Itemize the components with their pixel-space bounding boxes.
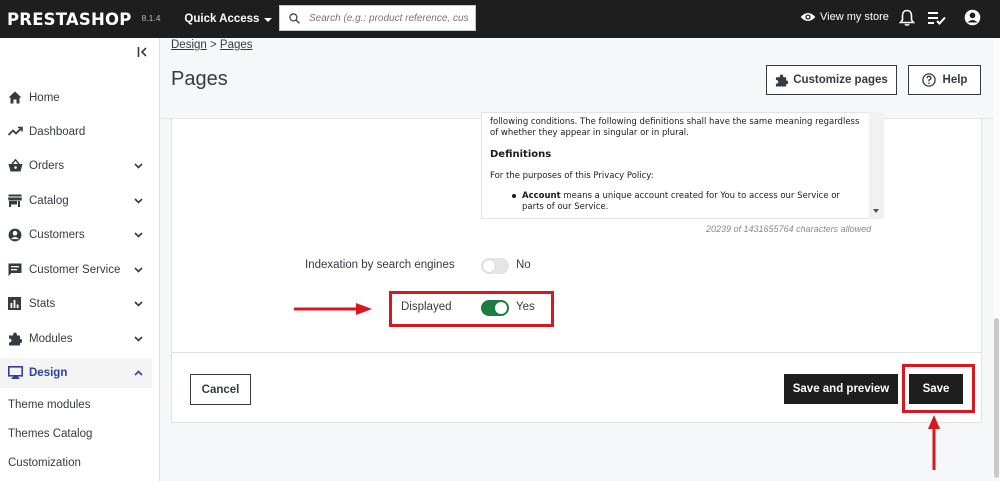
save-and-preview-button[interactable]: Save and preview bbox=[784, 374, 898, 404]
editor-paragraph: For the purposes of this Privacy Policy: bbox=[490, 171, 654, 181]
sidebar-item-label: Stats bbox=[29, 298, 56, 310]
scrollbar-thumb[interactable] bbox=[994, 318, 999, 478]
list-bullet bbox=[512, 194, 516, 198]
store-icon bbox=[8, 194, 22, 207]
page-title: Pages bbox=[171, 68, 228, 90]
list-item-text: means a unique account created for You t… bbox=[522, 191, 840, 212]
sidebar-item-label: Customer Service bbox=[29, 264, 121, 276]
chevron-down-icon bbox=[134, 163, 143, 169]
customize-pages-label: Customize pages bbox=[793, 74, 888, 86]
sidebar-item-design[interactable]: Design bbox=[0, 358, 152, 388]
annotation-arrow-right-icon bbox=[294, 303, 372, 315]
editor-heading: Definitions bbox=[490, 149, 552, 160]
quick-access-label: Quick Access bbox=[184, 13, 260, 25]
cancel-label: Cancel bbox=[201, 383, 240, 396]
sidebar-item-label: Modules bbox=[29, 333, 73, 345]
breadcrumb: Design > Pages bbox=[171, 39, 253, 51]
bar-chart-icon bbox=[8, 297, 21, 310]
chevron-down-icon bbox=[134, 336, 143, 342]
bell-icon[interactable] bbox=[899, 9, 915, 27]
sidebar-item-customer-service[interactable]: Customer Service bbox=[0, 255, 152, 285]
sidebar: Home Dashboard Orders Catalog Customers … bbox=[0, 38, 160, 481]
customize-pages-button[interactable]: Customize pages bbox=[766, 65, 897, 95]
sidebar-item-label: Design bbox=[29, 367, 68, 379]
editor-paragraph: following conditions. The following defi… bbox=[490, 117, 860, 138]
content-editor[interactable]: following conditions. The following defi… bbox=[481, 112, 884, 219]
collapse-sidebar-icon[interactable] bbox=[137, 46, 149, 58]
sidebar-item-stats[interactable]: Stats bbox=[0, 289, 152, 319]
puzzle-icon bbox=[776, 73, 789, 87]
chevron-up-icon bbox=[134, 370, 143, 376]
account-circle-icon bbox=[8, 228, 22, 242]
editor-list-item: Account means a unique account created f… bbox=[522, 191, 852, 213]
sidebar-item-dashboard[interactable]: Dashboard bbox=[0, 117, 152, 147]
view-store-link[interactable]: View my store bbox=[800, 11, 889, 23]
sidebar-item-home[interactable]: Home bbox=[0, 83, 152, 113]
checklist-icon[interactable] bbox=[928, 11, 946, 25]
desktop-icon bbox=[8, 366, 23, 379]
help-button[interactable]: Help bbox=[908, 65, 981, 95]
sidebar-subitem-themes-catalog[interactable]: Themes Catalog bbox=[8, 428, 92, 440]
cancel-button[interactable]: Cancel bbox=[190, 374, 251, 405]
search-icon bbox=[289, 12, 300, 24]
editor-scrollbar[interactable] bbox=[869, 112, 884, 219]
annotation-arrow-up-icon bbox=[928, 415, 940, 470]
caret-down-icon bbox=[264, 18, 273, 22]
save-highlight-box bbox=[902, 364, 975, 413]
sidebar-item-label: Home bbox=[29, 92, 60, 104]
indexation-value: No bbox=[516, 259, 531, 271]
sidebar-item-label: Dashboard bbox=[29, 126, 86, 138]
puzzle-icon bbox=[9, 332, 22, 346]
save-and-preview-label: Save and preview bbox=[792, 383, 890, 395]
sidebar-item-catalog[interactable]: Catalog bbox=[0, 186, 152, 216]
help-icon bbox=[921, 73, 936, 87]
view-store-label: View my store bbox=[820, 11, 889, 23]
form-footer-divider bbox=[172, 352, 981, 353]
eye-icon bbox=[800, 13, 816, 21]
breadcrumb-design[interactable]: Design bbox=[171, 39, 207, 51]
window-scrollbar[interactable] bbox=[993, 38, 1000, 481]
sidebar-subitem-customization[interactable]: Customization bbox=[8, 457, 81, 469]
home-icon bbox=[8, 91, 22, 104]
list-item-term: Account bbox=[522, 191, 561, 201]
toggle-knob bbox=[483, 260, 495, 272]
chevron-down-icon bbox=[134, 198, 143, 204]
sidebar-item-orders[interactable]: Orders bbox=[0, 151, 152, 181]
indexation-label: Indexation by search engines bbox=[305, 259, 455, 271]
indexation-toggle[interactable] bbox=[481, 258, 509, 274]
search-input[interactable] bbox=[309, 12, 469, 24]
chevron-down-icon bbox=[134, 267, 143, 273]
chat-icon bbox=[8, 263, 22, 276]
quick-access-menu[interactable]: Quick Access bbox=[184, 13, 273, 25]
shopping-basket-icon bbox=[8, 159, 23, 172]
sidebar-item-customers[interactable]: Customers bbox=[0, 220, 152, 250]
sidebar-item-label: Customers bbox=[29, 229, 85, 241]
breadcrumb-pages[interactable]: Pages bbox=[220, 39, 253, 51]
chevron-down-icon bbox=[134, 301, 143, 307]
sidebar-item-label: Catalog bbox=[29, 195, 69, 207]
version-label: 8.1.4 bbox=[141, 13, 161, 23]
sidebar-item-modules[interactable]: Modules bbox=[0, 324, 152, 354]
help-label: Help bbox=[942, 74, 968, 86]
breadcrumb-separator: > bbox=[206, 39, 220, 51]
prestashop-logo[interactable]: PRESTASHOP bbox=[7, 10, 132, 29]
trending-up-icon bbox=[8, 126, 23, 136]
scroll-down-arrow-icon[interactable] bbox=[873, 209, 879, 213]
character-count: 20239 of 1431655764 characters allowed bbox=[706, 224, 872, 234]
displayed-highlight-box bbox=[389, 291, 554, 327]
sidebar-item-label: Orders bbox=[29, 160, 65, 172]
search-box[interactable] bbox=[279, 5, 476, 31]
account-circle-icon[interactable] bbox=[964, 9, 981, 26]
sidebar-subitem-theme-modules[interactable]: Theme modules bbox=[8, 399, 90, 411]
chevron-down-icon bbox=[134, 232, 143, 238]
